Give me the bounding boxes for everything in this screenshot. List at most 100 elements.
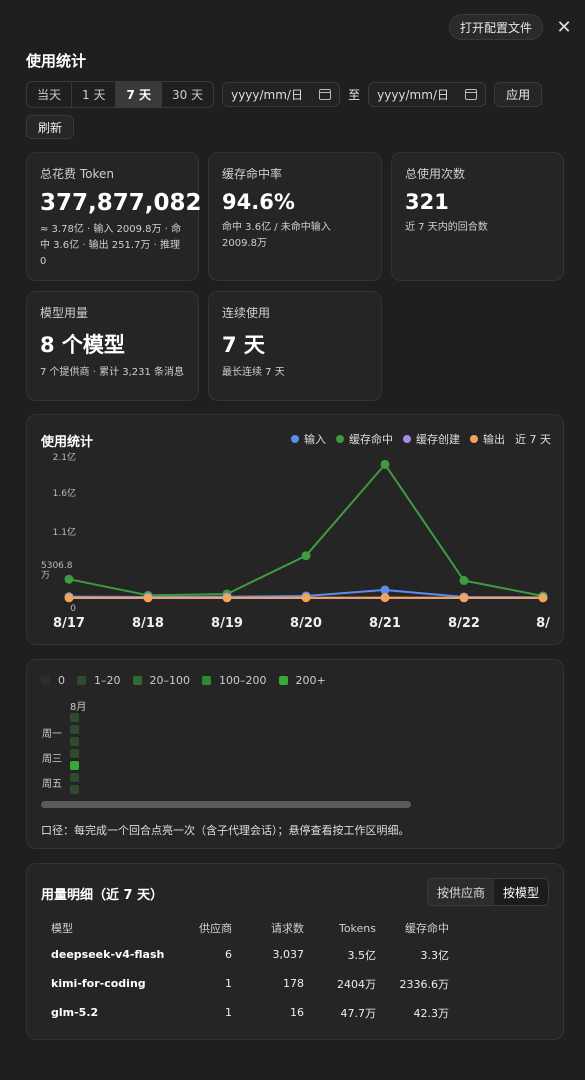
col-model: 模型 [51,922,73,935]
data-point[interactable] [459,576,469,586]
x-tick-label: 8/19 [211,616,243,631]
heatmap-cell[interactable] [70,725,79,734]
x-tick-label: 8/17 [53,616,85,631]
table-row[interactable]: deepseek-v4-flash 6 3,037 3.5亿 3.3亿 [41,940,449,969]
toggle-by-provider[interactable]: 按供应商 [428,879,494,905]
cell-tokens: 3.5亿 [347,948,377,962]
stat-sub: ≈ 3.78亿 · 输入 2009.8万 · 命中 3.6亿 · 输出 251.… [40,224,182,267]
x-tick-label: 8/20 [290,616,322,631]
stat-value: 7 天 [222,333,265,357]
cell-requests: 178 [283,977,304,990]
day-label-mon: 周一 [42,729,62,740]
legend-label: 20–100 [149,674,191,687]
horizontal-scrollbar[interactable] [41,801,411,808]
calendar-icon[interactable] [319,89,332,100]
month-label: 8月 [70,702,87,713]
stat-sub: 最长连续 7 天 [222,367,285,378]
range-selector: 当天 1 天 7 天 30 天 [26,81,215,108]
heatmap-legend: 0 1–20 20–100 100–200 200+ [41,674,326,687]
data-point[interactable] [380,585,390,595]
y-tick-label: 0 [70,604,76,614]
activity-heatmap-card: 0 1–20 20–100 100–200 200+ 8月 周一 周三 周五 口… [26,659,564,849]
top-bar: 打开配置文件 ✕ [448,14,575,40]
apply-button[interactable]: 应用 [494,82,543,107]
data-point[interactable] [301,593,311,603]
page-title: 使用统计 [26,52,87,70]
day-label-wed: 周三 [42,754,62,765]
table-row[interactable]: glm-5.2 1 16 47.7万 42.3万 [41,998,449,1027]
end-date-placeholder: yyyy/mm/日 [377,88,449,102]
to-label: 至 [348,88,361,102]
heatmap-cell[interactable] [70,737,79,746]
cell-cache-hit: 2336.6万 [399,977,450,991]
usage-breakdown-card: 用量明细（近 7 天） 按供应商 按模型 模型 供应商 请求数 Tokens 缓… [26,863,564,1040]
stat-label: 缓存命中率 [222,167,283,181]
legend-swatch [132,676,142,685]
stat-label: 模型用量 [40,306,89,320]
stat-value: 321 [405,190,449,214]
col-tokens: Tokens [338,921,376,935]
cell-tokens: 2404万 [337,977,376,991]
line-chart: 2.1亿 1.6亿 1.1亿 5306.8万 0 8/17 8/18 8/19 8/20 8/21… [41,451,550,631]
range-7d[interactable]: 7 天 [116,82,162,107]
table-row[interactable]: kimi-for-coding 1 178 2404万 2336.6万 [41,969,449,998]
legend-label: 100–200 [219,674,267,687]
stat-card-total-tokens: 总花费 Token 377,877,082 ≈ 3.78亿 · 输入 2009.… [26,152,202,281]
data-point[interactable] [64,574,74,584]
legend-swatch [77,676,86,685]
calendar-icon[interactable] [465,89,478,100]
heatmap-grid [70,713,79,794]
stat-label: 总使用次数 [405,167,466,181]
legend-swatch [202,676,211,685]
heatmap-cell[interactable] [70,773,79,782]
series-line [68,462,544,597]
x-tick-label: 8/18 [132,616,164,631]
y-tick-label: 1.6亿 [53,487,76,499]
stat-card-cache-hit: 缓存命中率 94.6% 命中 3.6亿 / 未命中输入 2009.8万 [208,152,382,281]
cell-provider: 1 [225,977,232,990]
data-point[interactable] [301,551,311,561]
start-date-input[interactable]: yyyy/mm/日 [222,82,341,107]
end-date-input[interactable]: yyyy/mm/日 [368,82,487,107]
usage-chart-card: 使用统计 输入 缓存命中 缓存创建 输出 近 7 天 2.1亿 1.6亿 1.1亿 5… [26,414,564,645]
data-point[interactable] [538,593,548,603]
open-config-button[interactable]: 打开配置文件 [448,14,543,40]
data-point[interactable] [64,593,74,603]
data-point[interactable] [459,593,469,603]
x-tick-label: 8/ [536,616,550,631]
heatmap-cell[interactable] [70,713,79,722]
stat-label: 总花费 Token [40,167,114,181]
legend-label: 0 [58,674,65,687]
cell-provider: 6 [225,948,232,961]
cell-provider: 1 [225,1006,232,1019]
range-1d[interactable]: 1 天 [72,82,117,107]
data-point[interactable] [380,459,390,469]
stat-sub: 7 个提供商 · 累计 3,231 条消息 [40,367,185,378]
heatmap-cell[interactable] [70,761,79,770]
col-cache-hit: 缓存命中 [405,922,449,935]
range-30d[interactable]: 30 天 [162,82,213,107]
legend-swatch [278,676,288,685]
x-tick-label: 8/22 [448,616,480,631]
heatmap-cell[interactable] [70,749,79,758]
stat-card-usage-count: 总使用次数 321 近 7 天内的回合数 [391,152,564,281]
filter-bar: 当天 1 天 7 天 30 天 yyyy/mm/日 至 yyyy/mm/日 应用 [26,81,543,108]
range-today[interactable]: 当天 [27,82,73,107]
refresh-button[interactable]: 刷新 [26,115,75,139]
data-point[interactable] [380,593,390,603]
stat-card-streak: 连续使用 7 天 最长连续 7 天 [208,291,382,401]
cell-cache-hit: 3.3亿 [420,948,450,962]
y-tick-label: 1.1亿 [53,526,76,538]
data-point[interactable] [143,593,153,603]
cell-tokens: 47.7万 [340,1006,377,1020]
cell-model: deepseek-v4-flash [51,948,165,961]
cell-requests: 16 [290,1006,304,1019]
heatmap-cell[interactable] [70,785,79,794]
close-icon[interactable]: ✕ [553,16,575,38]
legend-swatch [41,676,50,685]
table-header-row: 模型 供应商 请求数 Tokens 缓存命中 [41,916,449,940]
toggle-by-model[interactable]: 按模型 [493,879,548,905]
stat-value: 94.6% [222,190,295,214]
cell-requests: 3,037 [272,948,305,961]
data-point[interactable] [222,593,232,603]
